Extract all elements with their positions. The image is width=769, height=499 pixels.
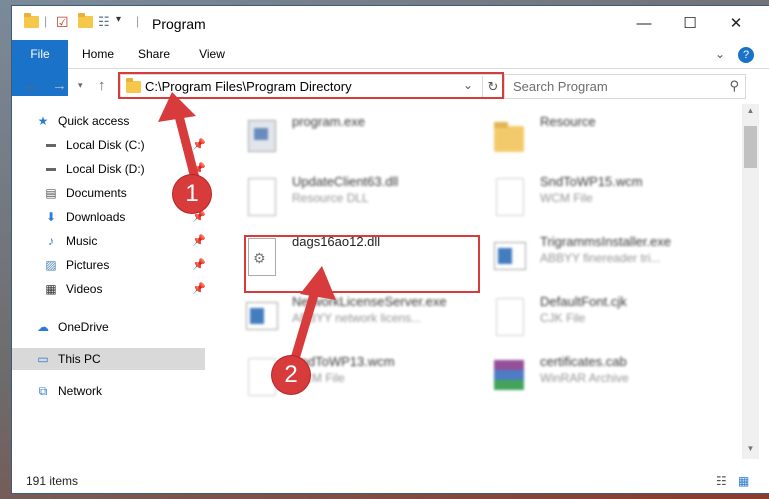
arrow-2-head xyxy=(300,266,336,300)
step-marker-1: 1 xyxy=(173,175,211,213)
step-marker-2: 2 xyxy=(272,356,310,394)
arrow-1-head xyxy=(158,92,196,122)
annotation-arrows xyxy=(158,92,336,364)
arrow-1-shaft xyxy=(173,110,201,184)
arrow-2-shaft xyxy=(289,286,321,364)
